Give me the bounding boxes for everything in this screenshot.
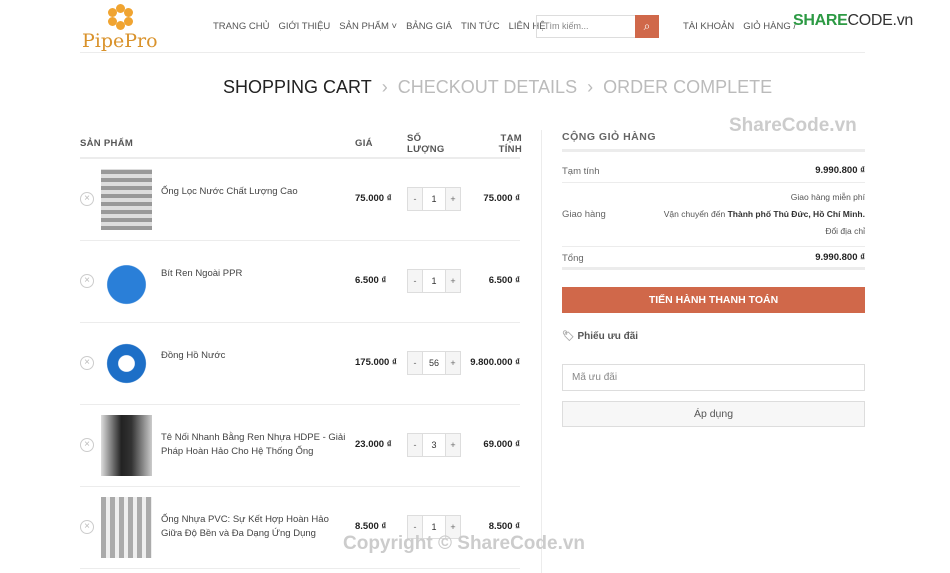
nav-products[interactable]: SẢN PHẨM ˅ — [339, 21, 397, 32]
remove-item-icon[interactable]: × — [80, 356, 94, 370]
watermark-brand: SHARE — [793, 12, 848, 29]
col-product: SẢN PHẨM — [80, 138, 134, 149]
decrease-button[interactable]: - — [408, 188, 422, 210]
line-subtotal: 69.000 ₫ — [483, 439, 520, 450]
decrease-button[interactable]: - — [408, 270, 422, 292]
change-address-link[interactable]: Đổi địa chỉ — [664, 223, 865, 240]
product-price: 8.500 ₫ — [355, 521, 387, 532]
product-image[interactable] — [101, 251, 152, 312]
coupon-heading: 🏷 Phiếu ưu đãi — [562, 331, 638, 342]
table-row: × Ống Lọc Nước Chất Lượng Cao 75.000 ₫ -… — [80, 159, 520, 241]
product-name[interactable]: Tê Nối Nhanh Bằng Ren Nhựa HDPE - Giải P… — [161, 431, 346, 459]
logo[interactable]: PipePro — [82, 2, 162, 52]
chevron-right-icon: › — [381, 77, 388, 97]
cart-link[interactable]: GIỎ HÀNG / — [743, 21, 796, 32]
logo-text: PipePro — [82, 30, 158, 52]
nav-home[interactable]: TRANG CHỦ — [213, 21, 269, 32]
nav-news[interactable]: TIN TỨC — [461, 21, 500, 32]
coupon-input[interactable]: Mã ưu đãi — [562, 364, 865, 391]
nav-pricing[interactable]: BẢNG GIÁ — [406, 21, 452, 32]
subtotal-row: Tạm tính 9.990.800 ₫ — [562, 160, 865, 183]
coupon-title: Phiếu ưu đãi — [577, 331, 639, 342]
quantity-stepper: -56 + — [407, 351, 461, 375]
search-icon: ⌕ — [643, 19, 651, 33]
product-image[interactable] — [101, 169, 152, 230]
product-name[interactable]: Đồng Hồ Nước — [161, 349, 346, 363]
line-subtotal: 9.800.000 ₫ — [470, 357, 520, 368]
chevron-right-icon: › — [587, 77, 594, 97]
shipping-method: Giao hàng miễn phí — [790, 192, 865, 202]
account-link[interactable]: TÀI KHOẢN — [683, 21, 734, 32]
copyright-watermark: Copyright © ShareCode.vn — [343, 533, 586, 554]
search-button[interactable]: ⌕ — [635, 15, 659, 38]
increase-button[interactable]: + — [446, 352, 460, 374]
subtotal-value: 9.990.800 ₫ — [815, 165, 865, 176]
chevron-down-icon: ˅ — [388, 21, 398, 32]
remove-item-icon[interactable]: × — [80, 520, 94, 534]
table-row: × Bít Ren Ngoài PPR 6.500 ₫ -1 + 6.500 ₫ — [80, 241, 520, 323]
step-cart[interactable]: SHOPPING CART — [223, 77, 372, 98]
watermark: ShareCode.vn — [729, 115, 857, 136]
remove-item-icon[interactable]: × — [80, 274, 94, 288]
quantity-input[interactable]: 56 — [422, 352, 446, 374]
logo-flower-icon — [108, 4, 134, 30]
shipping-label: Giao hàng — [562, 209, 606, 220]
product-price: 23.000 ₫ — [355, 439, 392, 450]
product-image[interactable] — [101, 333, 152, 394]
col-qty: SỐ LƯỢNG — [407, 133, 445, 155]
increase-button[interactable]: + — [446, 434, 460, 456]
apply-coupon-button[interactable]: Áp dụng — [562, 401, 865, 427]
increase-button[interactable]: + — [446, 188, 460, 210]
nav-products-label: SẢN PHẨM — [339, 21, 389, 32]
line-subtotal: 6.500 ₫ — [488, 275, 520, 286]
table-row: × Tê Nối Nhanh Bằng Ren Nhựa HDPE - Giải… — [80, 405, 520, 487]
product-name[interactable]: Ống Nhựa PVC: Sự Kết Hợp Hoàn Hảo Giữa Đ… — [161, 513, 346, 541]
main-nav: TRANG CHỦ GIỚI THIỆU SẢN PHẨM ˅ BẢNG GIÁ… — [213, 21, 546, 32]
quantity-stepper: -3 + — [407, 433, 461, 457]
subtotal-label: Tạm tính — [562, 166, 600, 177]
quantity-stepper: -1 + — [407, 187, 461, 211]
product-image[interactable] — [101, 497, 152, 558]
step-checkout[interactable]: CHECKOUT DETAILS — [398, 77, 577, 98]
quantity-stepper: -1 + — [407, 269, 461, 293]
product-price: 75.000 ₫ — [355, 193, 392, 204]
product-price: 6.500 ₫ — [355, 275, 387, 286]
watermark-tld: CODE.vn — [847, 12, 914, 29]
step-complete: ORDER COMPLETE — [603, 77, 773, 97]
remove-item-icon[interactable]: × — [80, 192, 94, 206]
product-name[interactable]: Ống Lọc Nước Chất Lượng Cao — [161, 185, 346, 199]
total-value: 9.990.800 ₫ — [815, 252, 865, 263]
col-price: GIÁ — [355, 138, 373, 149]
table-row: × Ống Nhựa PVC: Sự Kết Hợp Hoàn Hảo Giữa… — [80, 487, 520, 569]
decrease-button[interactable]: - — [408, 352, 422, 374]
line-subtotal: 75.000 ₫ — [483, 193, 520, 204]
product-name[interactable]: Bít Ren Ngoài PPR — [161, 267, 346, 281]
table-row: × Đồng Hồ Nước 175.000 ₫ -56 + 9.800.000 … — [80, 323, 520, 405]
header: PipePro TRANG CHỦ GIỚI THIỆU SẢN PHẨM ˅ … — [80, 0, 913, 53]
checkout-steps: SHOPPING CART › CHECKOUT DETAILS › ORDER… — [223, 77, 772, 98]
tag-icon: 🏷 — [562, 331, 575, 342]
col-subtotal: TẠM TÍNH — [498, 133, 522, 155]
product-price: 175.000 ₫ — [355, 357, 397, 368]
remove-item-icon[interactable]: × — [80, 438, 94, 452]
increase-button[interactable]: + — [446, 270, 460, 292]
shipping-prefix: Vận chuyển đến — [663, 209, 728, 219]
checkout-button[interactable]: TIẾN HÀNH THANH TOÁN — [562, 287, 865, 313]
shipping-row: Giao hàng Giao hàng miễn phí Vận chuyển … — [562, 183, 865, 247]
quantity-input[interactable]: 1 — [422, 270, 446, 292]
total-row: Tổng 9.990.800 ₫ — [562, 247, 865, 270]
total-label: Tổng — [562, 253, 584, 264]
nav-about[interactable]: GIỚI THIỆU — [278, 21, 330, 32]
decrease-button[interactable]: - — [408, 434, 422, 456]
shipping-address: Thành phố Thủ Đức, Hồ Chí Minh. — [727, 209, 865, 219]
watermark-logo: SHARECODE.vn — [793, 12, 913, 30]
quantity-input[interactable]: 3 — [422, 434, 446, 456]
divider — [541, 130, 542, 573]
product-image[interactable] — [101, 415, 152, 476]
line-subtotal: 8.500 ₫ — [488, 521, 520, 532]
quantity-input[interactable]: 1 — [422, 188, 446, 210]
